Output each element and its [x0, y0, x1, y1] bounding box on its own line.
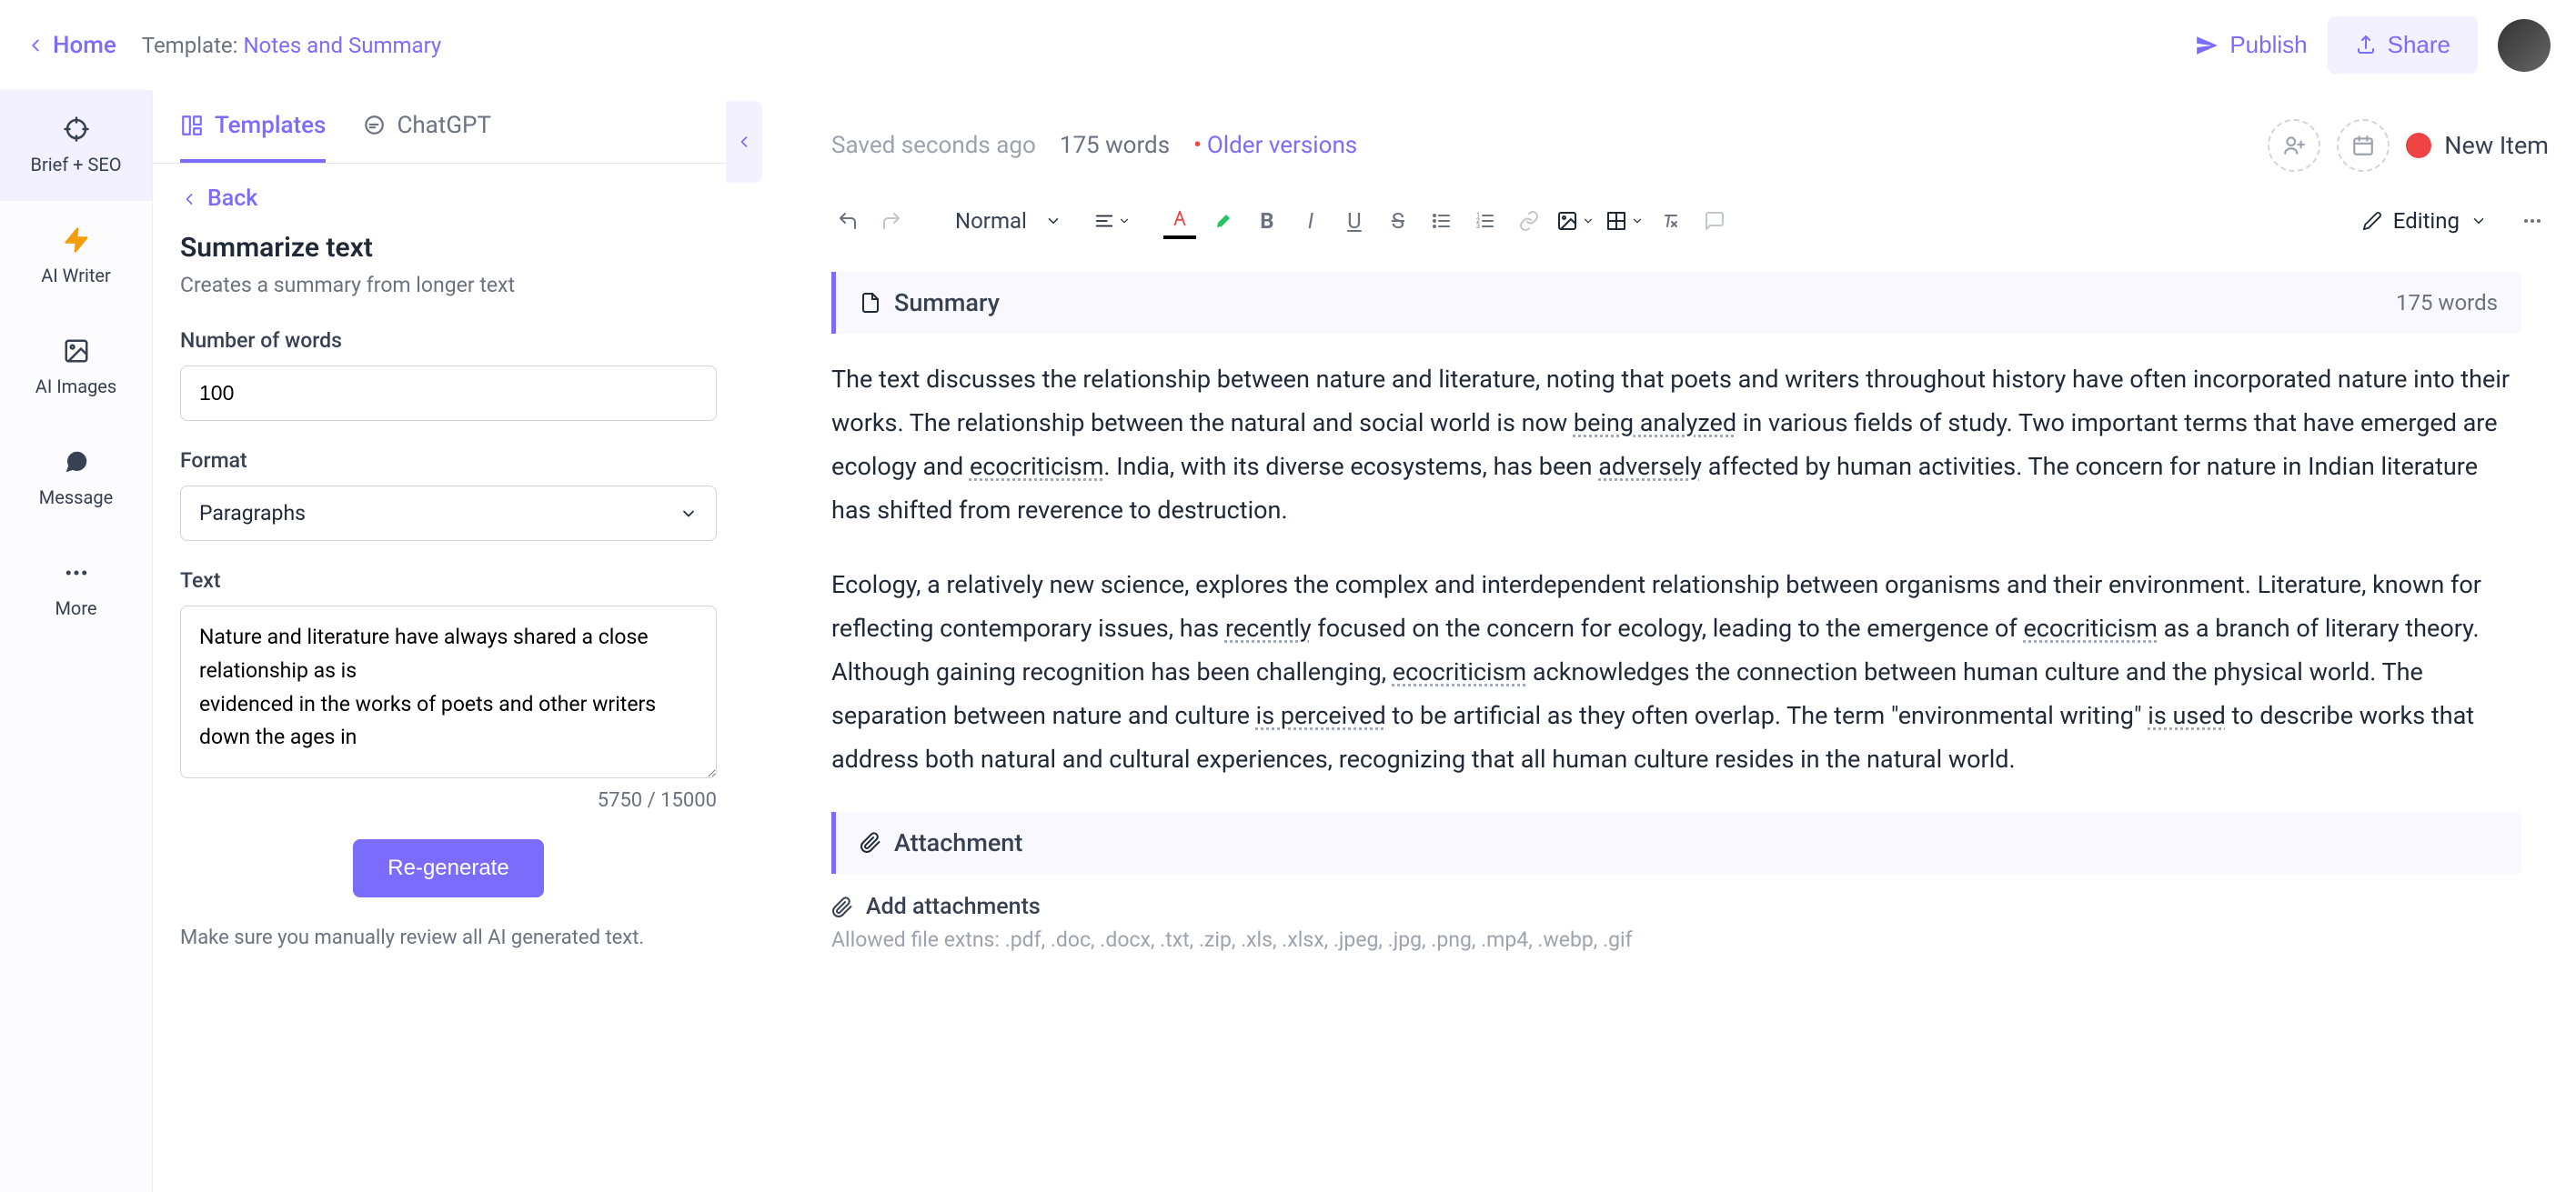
summary-block-header: Summary 175 words — [831, 272, 2521, 334]
publish-button[interactable]: Publish — [2195, 31, 2307, 59]
side-panel: Templates ChatGPT Back Summarize text Cr… — [153, 90, 744, 1192]
allowed-extensions: Allowed file extns: .pdf, .doc, .docx, .… — [831, 927, 2521, 952]
numbered-list-button[interactable]: 123 — [1469, 203, 1502, 239]
sidebar-item-brief-seo[interactable]: Brief + SEO — [0, 90, 152, 201]
block-style-select[interactable]: Normal — [941, 208, 1062, 234]
top-bar: Home Template: Notes and Summary Publish… — [0, 0, 2576, 90]
word-count-top: 175 words — [1060, 132, 1170, 159]
tab-chatgpt[interactable]: ChatGPT — [362, 112, 491, 163]
summary-title: Summary — [894, 288, 1000, 317]
avatar[interactable] — [2498, 19, 2551, 72]
sidebar-item-ai-writer[interactable]: AI Writer — [0, 201, 152, 312]
editor-toolbar: Normal B I U S 123 Editing — [777, 188, 2576, 254]
tab-templates[interactable]: Templates — [180, 112, 326, 163]
saved-status: Saved seconds ago — [831, 132, 1036, 159]
text-label: Text — [180, 568, 717, 593]
num-words-input[interactable] — [180, 366, 717, 421]
left-sidebar: Brief + SEO AI Writer AI Images Message … — [0, 90, 153, 1192]
add-collaborator-button[interactable] — [2268, 119, 2320, 172]
review-note: Make sure you manually review all AI gen… — [180, 923, 717, 953]
panel-description: Creates a summary from longer text — [180, 273, 717, 297]
sidebar-item-more[interactable]: More — [0, 534, 152, 645]
strikethrough-button[interactable]: S — [1382, 203, 1414, 239]
summary-paragraph-1[interactable]: The text discusses the relationship betw… — [831, 357, 2521, 532]
sidebar-item-message[interactable]: Message — [0, 423, 152, 534]
font-color-button[interactable] — [1163, 203, 1196, 239]
template-name-link[interactable]: Notes and Summary — [243, 33, 441, 58]
home-label: Home — [53, 32, 116, 59]
clear-format-button[interactable] — [1655, 203, 1687, 239]
editing-mode-select[interactable]: Editing — [2344, 201, 2505, 241]
panel-title: Summarize text — [180, 232, 717, 264]
paperclip-icon — [860, 832, 881, 854]
format-label: Format — [180, 448, 717, 473]
paperclip-icon — [831, 897, 853, 918]
align-button[interactable] — [1094, 211, 1131, 231]
italic-button[interactable]: I — [1294, 203, 1327, 239]
comment-button[interactable] — [1698, 203, 1731, 239]
attachment-block-header: Attachment — [831, 812, 2521, 874]
highlight-button[interactable] — [1207, 203, 1240, 239]
new-item-dot-icon — [2406, 133, 2431, 158]
bold-button[interactable]: B — [1251, 203, 1283, 239]
new-item-button[interactable]: New Item — [2406, 131, 2549, 160]
table-button[interactable] — [1605, 210, 1644, 232]
text-textarea[interactable] — [180, 606, 717, 778]
sidebar-item-ai-images[interactable]: AI Images — [0, 312, 152, 423]
chevron-down-icon — [679, 505, 698, 523]
editor-content[interactable]: Summary 175 words The text discusses the… — [777, 254, 2576, 1192]
char-count: 5750 / 15000 — [180, 789, 717, 812]
add-attachments-button[interactable]: Add attachments — [831, 894, 2521, 920]
editor-area: Saved seconds ago 175 words •Older versi… — [744, 90, 2576, 1192]
document-icon — [860, 292, 881, 314]
more-options-button[interactable] — [2516, 203, 2549, 239]
undo-button[interactable] — [831, 203, 864, 239]
bullet-list-button[interactable] — [1425, 203, 1458, 239]
num-words-label: Number of words — [180, 328, 717, 353]
format-select[interactable]: Paragraphs — [180, 486, 717, 541]
older-versions-link[interactable]: •Older versions — [1193, 132, 1357, 159]
regenerate-button[interactable]: Re-generate — [353, 839, 543, 897]
summary-paragraph-2[interactable]: Ecology, a relatively new science, explo… — [831, 563, 2521, 781]
redo-button[interactable] — [875, 203, 908, 239]
link-button[interactable] — [1513, 203, 1545, 239]
summary-word-count: 175 words — [2396, 290, 2498, 316]
share-button[interactable]: Share — [2328, 16, 2478, 74]
collapse-panel-button[interactable] — [726, 101, 762, 183]
schedule-button[interactable] — [2337, 119, 2390, 172]
image-button[interactable] — [1556, 210, 1595, 232]
attachment-label: Attachment — [894, 828, 1022, 857]
template-info: Template: Notes and Summary — [142, 33, 442, 58]
home-link[interactable]: Home — [25, 32, 116, 59]
svg-text:3: 3 — [1476, 223, 1480, 230]
back-link[interactable]: Back — [180, 185, 717, 212]
underline-button[interactable]: U — [1338, 203, 1371, 239]
